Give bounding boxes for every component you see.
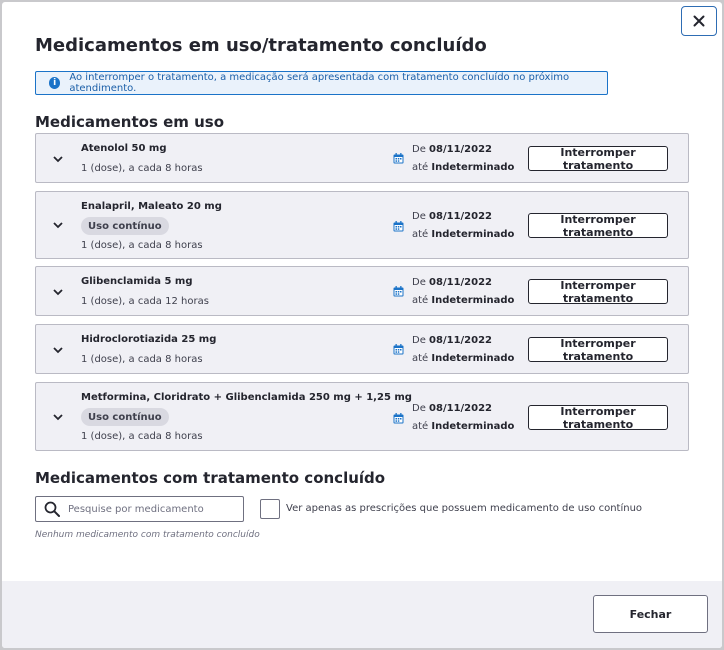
empty-state-message: Nenhum medicamento com tratamento conclu… [35, 530, 260, 540]
in-use-section-title: Medicamentos em uso [35, 113, 225, 131]
stop-treatment-button[interactable]: Interromper tratamento [528, 337, 668, 363]
medication-card: Glibenclamida 5 mg 1 (dose), a cada 12 h… [35, 266, 689, 316]
date-to: até Indeterminado [412, 421, 515, 432]
medication-name: Glibenclamida 5 mg [81, 276, 193, 287]
medication-dose: 1 (dose), a cada 8 horas [81, 163, 203, 174]
search-icon [44, 501, 60, 517]
date-to: até Indeterminado [412, 229, 515, 240]
medication-card: Atenolol 50 mg 1 (dose), a cada 8 horas … [35, 133, 689, 183]
completed-section-title: Medicamentos com tratamento concluído [35, 469, 386, 487]
medication-name: Atenolol 50 mg [81, 143, 167, 154]
modal-footer: Fechar [2, 581, 722, 648]
medication-card: Hidroclorotiazida 25 mg 1 (dose), a cada… [35, 324, 689, 374]
date-to: até Indeterminado [412, 162, 515, 173]
info-alert-text: Ao interromper o tratamento, a medicação… [69, 72, 570, 94]
medication-card: Metformina, Cloridrato + Glibenclamida 2… [35, 382, 689, 451]
stop-treatment-button[interactable]: Interromper tratamento [528, 405, 668, 431]
date-from: De 08/11/2022 [412, 403, 493, 414]
chevron-down-icon[interactable] [52, 219, 64, 231]
medication-dose: 1 (dose), a cada 8 horas [81, 431, 203, 442]
info-icon: i [49, 77, 61, 89]
chevron-down-icon[interactable] [52, 153, 64, 165]
close-modal-button[interactable] [681, 6, 717, 36]
medication-name: Metformina, Cloridrato + Glibenclamida 2… [81, 392, 412, 403]
date-from: De 08/11/2022 [412, 144, 493, 155]
continuous-use-badge: Uso contínuo [81, 408, 169, 426]
stop-treatment-button[interactable]: Interromper tratamento [528, 213, 668, 239]
medication-dose: 1 (dose), a cada 12 horas [81, 296, 209, 307]
info-alert: i Ao interromper o tratamento, a medicaç… [35, 71, 608, 95]
close-icon [693, 15, 705, 27]
search-field[interactable] [35, 496, 244, 522]
chevron-down-icon[interactable] [52, 286, 64, 298]
medication-dose: 1 (dose), a cada 8 horas [81, 354, 203, 365]
medication-name: Enalapril, Maleato 20 mg [81, 201, 222, 212]
medication-dose: 1 (dose), a cada 8 horas [81, 240, 203, 251]
chevron-down-icon[interactable] [52, 344, 64, 356]
close-button[interactable]: Fechar [593, 595, 708, 633]
date-from: De 08/11/2022 [412, 335, 493, 346]
chevron-down-icon[interactable] [52, 411, 64, 423]
date-to: até Indeterminado [412, 295, 515, 306]
continuous-use-checkbox-label[interactable]: Ver apenas as prescrições que possuem me… [286, 503, 642, 514]
calendar-icon [393, 344, 404, 355]
date-to: até Indeterminado [412, 353, 515, 364]
calendar-icon [393, 413, 404, 424]
stop-treatment-button[interactable]: Interromper tratamento [528, 279, 668, 305]
modal-title: Medicamentos em uso/tratamento concluído [35, 35, 487, 56]
calendar-icon [393, 286, 404, 297]
continuous-use-badge: Uso contínuo [81, 217, 169, 235]
date-from: De 08/11/2022 [412, 211, 493, 222]
date-from: De 08/11/2022 [412, 277, 493, 288]
calendar-icon [393, 153, 404, 164]
calendar-icon [393, 221, 404, 232]
medication-card: Enalapril, Maleato 20 mg Uso contínuo 1 … [35, 191, 689, 259]
stop-treatment-button[interactable]: Interromper tratamento [528, 146, 668, 172]
medication-modal: Medicamentos em uso/tratamento concluído… [2, 2, 722, 648]
search-input[interactable] [68, 503, 238, 515]
medication-name: Hidroclorotiazida 25 mg [81, 334, 217, 345]
continuous-use-checkbox[interactable] [260, 499, 280, 519]
